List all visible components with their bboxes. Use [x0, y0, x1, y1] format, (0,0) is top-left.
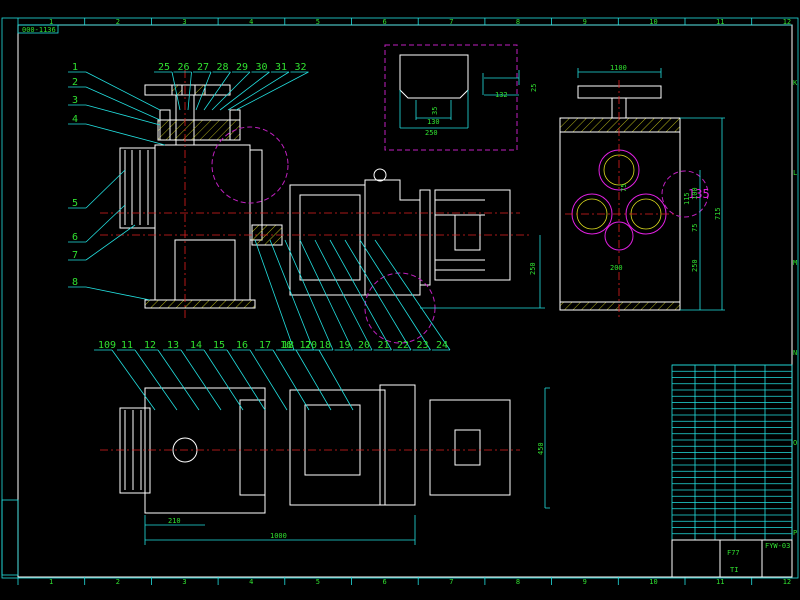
part-label: 8: [72, 277, 78, 288]
column-label: 7: [449, 18, 453, 26]
dim-plan-height: 450: [537, 442, 545, 455]
inner-frame: [17, 24, 793, 578]
title-block: F77 FYW-03 TI: [671, 364, 793, 578]
row-grid: K L M N O P: [793, 79, 798, 537]
front-view: 250: [100, 70, 545, 344]
part-label: 14: [190, 340, 202, 351]
title-block-code: FYW-03: [765, 542, 790, 550]
row-label: L: [793, 169, 797, 177]
part-label: 30: [256, 62, 268, 73]
part-label: 5: [72, 198, 78, 209]
drawing-number: 000-1136: [22, 26, 56, 34]
column-label: 11: [716, 18, 724, 26]
part-label: 7: [72, 250, 78, 261]
dim-side-base: 250: [691, 259, 699, 272]
dim-plan-length: 1000: [270, 532, 287, 540]
title-block-name: F77: [727, 549, 740, 557]
column-label: 10: [649, 18, 657, 26]
part-label: 27: [197, 62, 209, 73]
column-label-bottom: 10: [649, 578, 657, 586]
dim-side-v3: 115: [683, 192, 691, 205]
dim-side-width: 1100: [610, 64, 627, 72]
part-label: 2: [72, 77, 78, 88]
dim-side-spacing: 200: [610, 264, 623, 272]
row-label: K: [793, 79, 798, 87]
part-label: 3: [72, 95, 78, 106]
part-label: 11: [121, 340, 133, 351]
column-label-bottom: 9: [583, 578, 587, 586]
part-label: 20: [305, 340, 317, 351]
part-label: 20: [358, 340, 370, 351]
dim-detail-inner: 130: [427, 118, 440, 126]
part-label: 24: [436, 340, 448, 351]
dim-side-height: 715: [714, 207, 722, 220]
column-label-bottom: 11: [716, 578, 724, 586]
part-label: 4: [72, 114, 78, 125]
part-label: 1: [72, 62, 78, 73]
column-label-bottom: 2: [116, 578, 120, 586]
dim-detail-width: 250: [425, 129, 438, 137]
dim-front-height: 250: [529, 262, 537, 275]
column-label-bottom: 5: [316, 578, 320, 586]
column-grid: 1122334455667788991010111112121313: [17, 18, 791, 586]
part-label: 6: [72, 232, 78, 243]
plan-view: 210 1000 450: [100, 384, 550, 545]
part-label: 32: [295, 62, 307, 73]
column-label: 12: [783, 18, 791, 26]
part-label: 22: [397, 340, 409, 351]
revision-strip: [1, 499, 19, 576]
part-label: 19: [339, 340, 351, 351]
column-label: 8: [516, 18, 520, 26]
row-label: P: [793, 529, 797, 537]
dim-plan-offset: 210: [168, 517, 181, 525]
part-label: 25: [158, 62, 170, 73]
part-label: 16: [236, 340, 248, 351]
column-label: 6: [383, 18, 387, 26]
column-label-bottom: 7: [449, 578, 453, 586]
part-label: 21: [378, 340, 390, 351]
column-label-bottom: 12: [783, 578, 791, 586]
column-label: 5: [316, 18, 320, 26]
dim-detail-depth: 35: [431, 107, 439, 115]
column-label: 9: [583, 18, 587, 26]
part-label: 17: [259, 340, 271, 351]
column-label: 4: [249, 18, 253, 26]
dim-detail-h: 25: [530, 84, 538, 92]
cad-drawing: 1122334455667788991010111112121313 KLMNO…: [1, 17, 799, 586]
part-label: 18: [282, 340, 294, 351]
part-label: 12: [144, 340, 156, 351]
column-label-bottom: 3: [182, 578, 186, 586]
part-label: 26: [178, 62, 190, 73]
dim-side-v1: 75: [620, 184, 628, 192]
column-label-bottom: 4: [249, 578, 253, 586]
row-label: O: [793, 439, 797, 447]
part-label: 13: [167, 340, 179, 351]
part-label: 29: [236, 62, 248, 73]
dim-detail-len: 132: [495, 91, 508, 99]
column-label-bottom: 8: [516, 578, 520, 586]
column-label-bottom: 1: [49, 578, 53, 586]
dim-side-v2: 75: [691, 224, 699, 232]
part-label: 18: [319, 340, 331, 351]
title-block-mark: TI: [730, 566, 738, 574]
part-label: 23: [417, 340, 429, 351]
part-label: 28: [217, 62, 229, 73]
part-label: 31: [275, 62, 287, 73]
part-label: 109: [98, 340, 116, 351]
column-label-bottom: 6: [383, 578, 387, 586]
part-label: 15: [213, 340, 225, 351]
column-label: 2: [116, 18, 120, 26]
row-label: M: [793, 259, 797, 267]
detail-view: 250 130 35 132 25: [384, 44, 538, 151]
side-view: 1100 135 715 250 200 75 75 115 100: [559, 64, 725, 320]
row-label: N: [793, 349, 797, 357]
dim-side-v4: 100: [691, 187, 699, 200]
column-label: 3: [182, 18, 186, 26]
